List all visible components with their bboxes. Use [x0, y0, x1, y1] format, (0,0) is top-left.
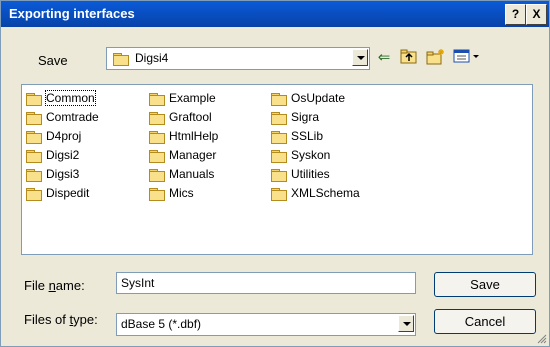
folder-icon — [112, 52, 130, 66]
folder-item[interactable]: Sigra — [270, 108, 360, 127]
folder-icon — [25, 130, 43, 145]
dialog-title: Exporting interfaces — [9, 6, 135, 21]
folder-item[interactable]: HtmlHelp — [148, 127, 218, 146]
file-name-input[interactable]: SysInt — [116, 272, 416, 294]
folder-column-3: OsUpdate Sigra SSLib Syskon Utilities XM… — [270, 89, 360, 203]
save-in-dropdown[interactable]: Digsi4 — [106, 47, 370, 70]
close-button[interactable]: X — [526, 4, 547, 25]
folder-icon — [148, 130, 166, 145]
save-in-value: Digsi4 — [135, 51, 169, 65]
folder-column-1: Common Comtrade D4proj Digsi2 Digsi3 Dis… — [25, 89, 99, 203]
folder-item[interactable]: XMLSchema — [270, 184, 360, 203]
help-button[interactable]: ? — [505, 4, 526, 25]
chevron-down-icon[interactable] — [352, 49, 368, 66]
save-dialog: Exporting interfaces ? X Save Digsi4 ⇐ C… — [0, 0, 550, 347]
folder-icon — [270, 168, 288, 183]
folder-item[interactable]: Dispedit — [25, 184, 99, 203]
file-name-label: File name: — [24, 278, 85, 293]
folder-item[interactable]: Digsi3 — [25, 165, 99, 184]
folder-item[interactable]: Utilities — [270, 165, 360, 184]
folder-item[interactable]: OsUpdate — [270, 89, 360, 108]
folder-icon — [270, 187, 288, 202]
save-in-label: Save — [38, 53, 68, 68]
folder-icon — [148, 187, 166, 202]
folder-column-2: Example Graftool HtmlHelp Manager Manual… — [148, 89, 218, 203]
folder-icon — [270, 92, 288, 107]
file-type-label: Files of type: — [24, 312, 98, 327]
folder-icon — [25, 168, 43, 183]
chevron-down-icon[interactable] — [398, 315, 414, 332]
folder-icon — [270, 130, 288, 145]
up-folder-icon[interactable] — [399, 48, 419, 68]
folder-item[interactable]: Comtrade — [25, 108, 99, 127]
resize-grip-icon[interactable] — [535, 332, 547, 344]
folder-icon — [25, 92, 43, 107]
folder-item[interactable]: Manuals — [148, 165, 218, 184]
folder-item[interactable]: Common — [25, 89, 99, 108]
cancel-button[interactable]: Cancel — [434, 309, 536, 334]
folder-item[interactable]: Digsi2 — [25, 146, 99, 165]
title-bar: Exporting interfaces ? X — [1, 1, 549, 27]
folder-icon — [148, 149, 166, 164]
folder-icon — [270, 111, 288, 126]
folder-item[interactable]: Manager — [148, 146, 218, 165]
folder-item[interactable]: Syskon — [270, 146, 360, 165]
file-type-value: dBase 5 (*.dbf) — [121, 317, 202, 331]
folder-icon — [25, 111, 43, 126]
folder-icon — [148, 111, 166, 126]
folder-icon — [148, 168, 166, 183]
views-menu-icon[interactable] — [452, 48, 482, 68]
new-folder-icon[interactable] — [426, 48, 446, 68]
folder-icon — [148, 92, 166, 107]
file-name-value: SysInt — [121, 276, 155, 290]
folder-item[interactable]: Mics — [148, 184, 218, 203]
folder-item[interactable]: D4proj — [25, 127, 99, 146]
folder-item[interactable]: SSLib — [270, 127, 360, 146]
folder-item[interactable]: Example — [148, 89, 218, 108]
back-arrow-icon[interactable]: ⇐ — [374, 48, 394, 68]
file-type-dropdown[interactable]: dBase 5 (*.dbf) — [116, 313, 416, 336]
file-list[interactable]: Common Comtrade D4proj Digsi2 Digsi3 Dis… — [21, 84, 533, 255]
folder-icon — [25, 149, 43, 164]
folder-icon — [25, 187, 43, 202]
folder-icon — [270, 149, 288, 164]
folder-item[interactable]: Graftool — [148, 108, 218, 127]
save-button[interactable]: Save — [434, 272, 536, 297]
